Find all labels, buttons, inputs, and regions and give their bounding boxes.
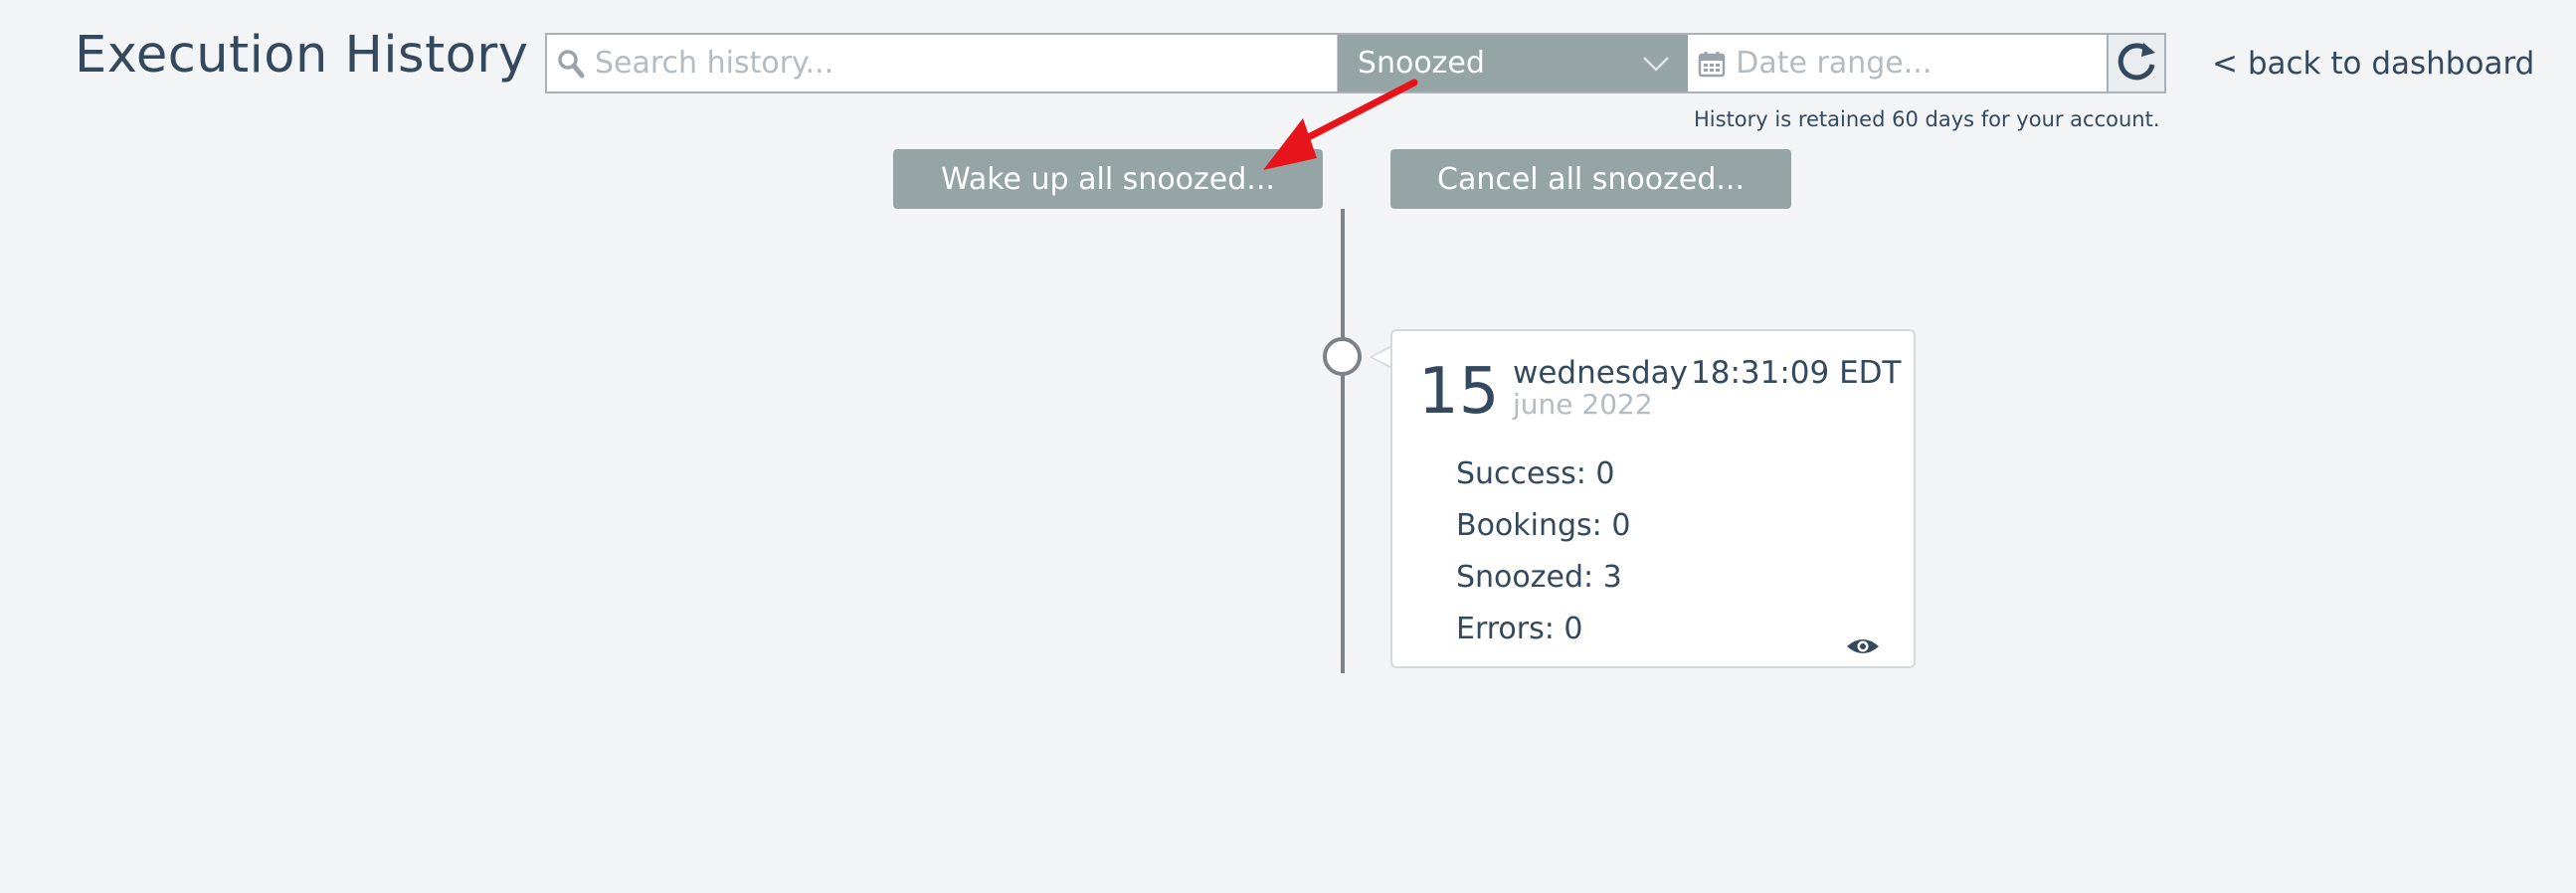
entry-month-year: june 2022 [1513, 388, 1653, 421]
timeline-line [1341, 209, 1345, 673]
status-select[interactable]: Snoozed [1337, 35, 1689, 91]
entry-time: 18:31:09 EDT [1691, 355, 1902, 391]
card-pointer-inner [1373, 347, 1392, 367]
search-input[interactable] [595, 35, 1337, 91]
search-icon [547, 35, 595, 91]
stat-success: Success: 0 [1456, 456, 1615, 491]
back-to-dashboard-link[interactable]: < back to dashboard [2212, 46, 2534, 82]
retention-note: History is retained 60 days for your acc… [1694, 107, 2160, 131]
refresh-icon [2114, 39, 2159, 89]
stat-bookings: Bookings: 0 [1456, 508, 1631, 543]
cancel-all-snoozed-button[interactable]: Cancel all snoozed... [1390, 149, 1791, 209]
stat-errors: Errors: 0 [1456, 612, 1583, 646]
wake-up-all-snoozed-button[interactable]: Wake up all snoozed... [893, 149, 1323, 209]
stat-snoozed: Snoozed: 3 [1456, 560, 1622, 595]
timeline-node [1323, 337, 1362, 376]
entry-day: 15 [1418, 355, 1500, 429]
entry-stats: Success: 0 Bookings: 0 Snoozed: 3 Errors… [1456, 452, 1630, 659]
calendar-icon [1688, 35, 1736, 91]
refresh-button[interactable] [2109, 35, 2164, 91]
entry-weekday: wednesday [1513, 355, 1688, 391]
filter-bar: Snoozed [545, 33, 2166, 93]
history-entry-card: 15 wednesday 18:31:09 EDT june 2022 Succ… [1390, 329, 1916, 668]
date-range-input[interactable] [1736, 35, 2108, 91]
search-box [547, 35, 1338, 91]
page-title: Execution History [75, 26, 529, 85]
eye-icon[interactable] [1845, 635, 1881, 657]
date-range-box [1688, 35, 2110, 91]
chevron-down-icon [1642, 46, 1670, 81]
status-select-value: Snoozed [1357, 46, 1485, 81]
